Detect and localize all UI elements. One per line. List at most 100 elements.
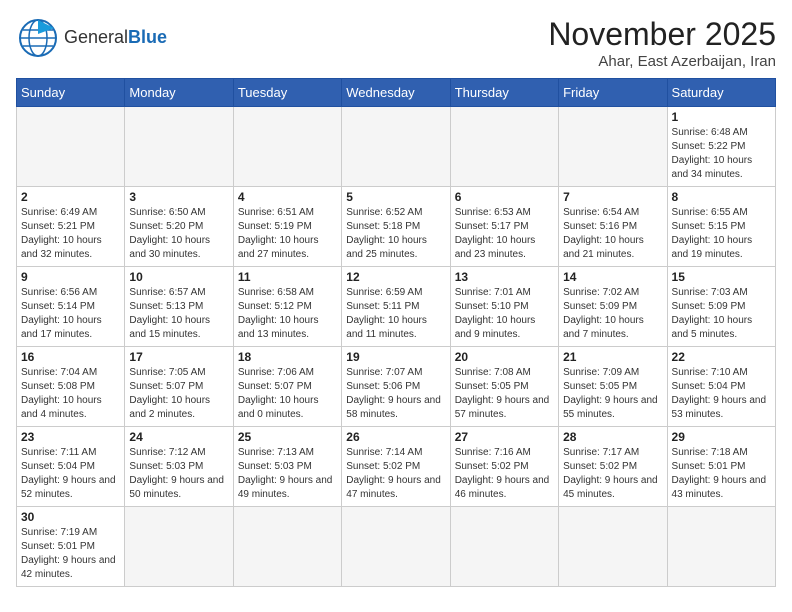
calendar-header-row: SundayMondayTuesdayWednesdayThursdayFrid… <box>17 79 776 107</box>
calendar-table: SundayMondayTuesdayWednesdayThursdayFrid… <box>16 78 776 587</box>
calendar-cell: 20Sunrise: 7:08 AMSunset: 5:05 PMDayligh… <box>450 347 558 427</box>
day-info: Sunrise: 6:52 AMSunset: 5:18 PMDaylight:… <box>346 206 445 262</box>
day-info: Sunrise: 7:05 AMSunset: 5:07 PMDaylight:… <box>129 366 228 422</box>
calendar-cell: 13 Sunrise: 7:01 AMSunset: 5:10 PMDayligh… <box>450 267 558 347</box>
calendar-cell <box>450 107 558 187</box>
day-number: 21 <box>563 350 662 364</box>
calendar-week-row: 2 Sunrise: 6:49 AMSunset: 5:21 PMDaylight… <box>17 187 776 267</box>
day-info: Sunrise: 7:02 AMSunset: 5:09 PMDaylight:… <box>563 286 662 342</box>
day-number: 23 <box>21 430 120 444</box>
day-number: 22 <box>672 350 771 364</box>
day-number: 24 <box>129 430 228 444</box>
day-number: 2 <box>21 190 120 204</box>
day-number: 13 <box>455 270 554 284</box>
day-info: Sunrise: 6:53 AMSunset: 5:17 PMDaylight:… <box>455 206 554 262</box>
day-info: Sunrise: 7:08 AMSunset: 5:05 PMDaylight:… <box>455 366 554 422</box>
calendar-cell: 18 Sunrise: 7:06 AMSunset: 5:07 PMDayligh… <box>233 347 341 427</box>
calendar-cell <box>233 107 341 187</box>
day-info: Sunrise: 7:14 AMSunset: 5:02 PMDaylight:… <box>346 446 445 502</box>
calendar-cell: 4Sunrise: 6:51 AMSunset: 5:19 PMDaylight… <box>233 187 341 267</box>
day-info: Sunrise: 6:50 AMSunset: 5:20 PMDaylight:… <box>129 206 228 262</box>
day-number: 27 <box>455 430 554 444</box>
calendar-header-saturday: Saturday <box>667 79 775 107</box>
day-info: Sunrise: 7:10 AMSunset: 5:04 PMDaylight:… <box>672 366 771 422</box>
page-header: GeneralBlue November 2025 Ahar, East Aze… <box>16 16 776 70</box>
day-info: Sunrise: 6:59 AMSunset: 5:11 PMDaylight:… <box>346 286 445 342</box>
day-info: Sunrise: 6:51 AMSunset: 5:19 PMDaylight:… <box>238 206 337 262</box>
calendar-cell <box>125 507 233 587</box>
day-number: 19 <box>346 350 445 364</box>
day-info: Sunrise: 7:01 AMSunset: 5:10 PMDaylight:… <box>455 286 554 342</box>
day-info: Sunrise: 6:55 AMSunset: 5:15 PMDaylight:… <box>672 206 771 262</box>
calendar-cell: 19 Sunrise: 7:07 AMSunset: 5:06 PMDayligh… <box>342 347 450 427</box>
calendar-cell <box>342 507 450 587</box>
calendar-cell: 29Sunrise: 7:18 AMSunset: 5:01 PMDayligh… <box>667 427 775 507</box>
day-number: 12 <box>346 270 445 284</box>
calendar-cell: 22 Sunrise: 7:10 AMSunset: 5:04 PMDayligh… <box>667 347 775 427</box>
day-number: 18 <box>238 350 337 364</box>
calendar-week-row: 16 Sunrise: 7:04 AMSunset: 5:08 PMDayligh… <box>17 347 776 427</box>
day-info: Sunrise: 7:04 AMSunset: 5:08 PMDaylight:… <box>21 366 120 422</box>
day-info: Sunrise: 7:07 AMSunset: 5:06 PMDaylight:… <box>346 366 445 422</box>
day-info: Sunrise: 7:17 AMSunset: 5:02 PMDaylight:… <box>563 446 662 502</box>
calendar-cell <box>450 507 558 587</box>
calendar-header-thursday: Thursday <box>450 79 558 107</box>
calendar-header-sunday: Sunday <box>17 79 125 107</box>
day-number: 25 <box>238 430 337 444</box>
calendar-header-tuesday: Tuesday <box>233 79 341 107</box>
calendar-cell: 5 Sunrise: 6:52 AMSunset: 5:18 PMDaylight… <box>342 187 450 267</box>
calendar-cell: 27 Sunrise: 7:16 AMSunset: 5:02 PMDayligh… <box>450 427 558 507</box>
day-info: Sunrise: 6:58 AMSunset: 5:12 PMDaylight:… <box>238 286 337 342</box>
calendar-cell: 26 Sunrise: 7:14 AMSunset: 5:02 PMDayligh… <box>342 427 450 507</box>
calendar-week-row: 23 Sunrise: 7:11 AMSunset: 5:04 PMDayligh… <box>17 427 776 507</box>
day-number: 28 <box>563 430 662 444</box>
calendar-cell: 30Sunrise: 7:19 AMSunset: 5:01 PMDayligh… <box>17 507 125 587</box>
calendar-cell: 2 Sunrise: 6:49 AMSunset: 5:21 PMDaylight… <box>17 187 125 267</box>
calendar-cell: 6 Sunrise: 6:53 AMSunset: 5:17 PMDaylight… <box>450 187 558 267</box>
day-number: 30 <box>21 510 120 524</box>
day-number: 6 <box>455 190 554 204</box>
calendar-cell: 7 Sunrise: 6:54 AMSunset: 5:16 PMDaylight… <box>559 187 667 267</box>
calendar-week-row: 1 Sunrise: 6:48 AMSunset: 5:22 PMDaylight… <box>17 107 776 187</box>
day-info: Sunrise: 7:18 AMSunset: 5:01 PMDaylight:… <box>672 446 771 502</box>
month-title: November 2025 <box>548 16 776 53</box>
calendar-cell: 23 Sunrise: 7:11 AMSunset: 5:04 PMDayligh… <box>17 427 125 507</box>
day-number: 3 <box>129 190 228 204</box>
logo-blue-text: Blue <box>128 27 167 47</box>
title-block: November 2025 Ahar, East Azerbaijan, Ira… <box>548 16 776 70</box>
calendar-cell: 11Sunrise: 6:58 AMSunset: 5:12 PMDayligh… <box>233 267 341 347</box>
day-info: Sunrise: 7:11 AMSunset: 5:04 PMDaylight:… <box>21 446 120 502</box>
calendar-cell: 25Sunrise: 7:13 AMSunset: 5:03 PMDayligh… <box>233 427 341 507</box>
logo-general-text: General <box>64 27 128 47</box>
calendar-cell <box>125 107 233 187</box>
day-number: 10 <box>129 270 228 284</box>
day-info: Sunrise: 6:57 AMSunset: 5:13 PMDaylight:… <box>129 286 228 342</box>
location-subtitle: Ahar, East Azerbaijan, Iran <box>548 53 776 70</box>
day-number: 5 <box>346 190 445 204</box>
calendar-cell: 9Sunrise: 6:56 AMSunset: 5:14 PMDaylight… <box>17 267 125 347</box>
day-info: Sunrise: 7:09 AMSunset: 5:05 PMDaylight:… <box>563 366 662 422</box>
day-info: Sunrise: 7:03 AMSunset: 5:09 PMDaylight:… <box>672 286 771 342</box>
calendar-header-friday: Friday <box>559 79 667 107</box>
calendar-cell <box>233 507 341 587</box>
calendar-cell <box>559 507 667 587</box>
calendar-week-row: 9Sunrise: 6:56 AMSunset: 5:14 PMDaylight… <box>17 267 776 347</box>
day-info: Sunrise: 6:49 AMSunset: 5:21 PMDaylight:… <box>21 206 120 262</box>
day-number: 16 <box>21 350 120 364</box>
calendar-cell: 8Sunrise: 6:55 AMSunset: 5:15 PMDaylight… <box>667 187 775 267</box>
day-number: 26 <box>346 430 445 444</box>
day-info: Sunrise: 7:06 AMSunset: 5:07 PMDaylight:… <box>238 366 337 422</box>
calendar-cell: 28 Sunrise: 7:17 AMSunset: 5:02 PMDayligh… <box>559 427 667 507</box>
day-number: 1 <box>672 110 771 124</box>
day-number: 17 <box>129 350 228 364</box>
day-info: Sunrise: 6:48 AMSunset: 5:22 PMDaylight:… <box>672 126 771 182</box>
day-number: 9 <box>21 270 120 284</box>
calendar-cell: 3 Sunrise: 6:50 AMSunset: 5:20 PMDaylight… <box>125 187 233 267</box>
day-number: 7 <box>563 190 662 204</box>
calendar-week-row: 30Sunrise: 7:19 AMSunset: 5:01 PMDayligh… <box>17 507 776 587</box>
day-info: Sunrise: 6:54 AMSunset: 5:16 PMDaylight:… <box>563 206 662 262</box>
day-info: Sunrise: 7:16 AMSunset: 5:02 PMDaylight:… <box>455 446 554 502</box>
day-number: 14 <box>563 270 662 284</box>
calendar-cell: 15Sunrise: 7:03 AMSunset: 5:09 PMDayligh… <box>667 267 775 347</box>
calendar-header-monday: Monday <box>125 79 233 107</box>
